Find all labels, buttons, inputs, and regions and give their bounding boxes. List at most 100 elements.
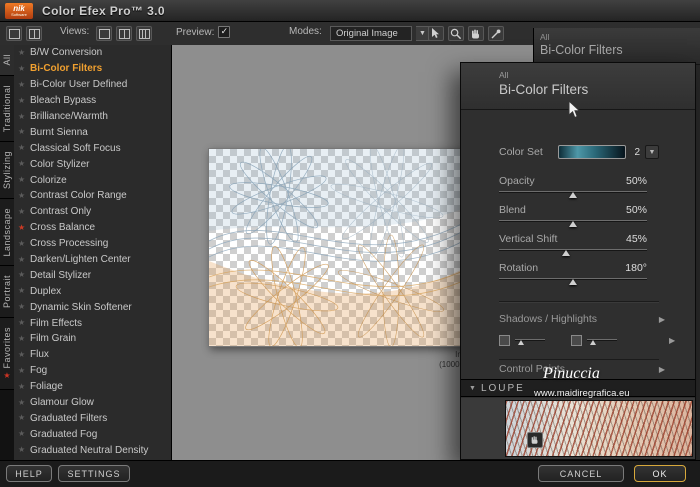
favorite-star-icon[interactable]: ★ [18, 239, 30, 248]
favorite-star-icon[interactable]: ★ [18, 303, 30, 311]
color-set-dropdown-button[interactable]: ▼ [645, 145, 659, 159]
help-button[interactable]: HELP [6, 465, 52, 482]
favorite-star-icon[interactable]: ★ [18, 287, 30, 295]
slider-thumb[interactable] [569, 192, 577, 198]
ok-button[interactable]: OK [634, 465, 686, 482]
shadow-slider-track[interactable] [515, 336, 545, 346]
favorite-star-icon[interactable]: ★ [18, 319, 30, 327]
filter-item[interactable]: ★ Foliage [14, 379, 171, 395]
favorite-star-icon[interactable]: ★ [18, 176, 30, 184]
slider-track[interactable] [499, 275, 647, 286]
favorite-star-icon[interactable]: ★ [18, 430, 30, 438]
slider-thumb[interactable] [569, 221, 577, 227]
favorite-star-icon[interactable]: ★ [18, 446, 30, 454]
category-tab-portrait[interactable]: Portrait [0, 266, 14, 319]
filter-item[interactable]: ★ Fog [14, 363, 171, 379]
highlight-slider-track[interactable] [587, 336, 617, 346]
favorite-star-icon[interactable]: ★ [18, 48, 30, 57]
zoom-tool-button[interactable] [448, 26, 464, 41]
mode-select-value[interactable]: Original Image [330, 26, 412, 41]
shadows-highlights-sliders: ▶ [499, 335, 675, 346]
favorite-star-icon[interactable]: ★ [18, 112, 30, 121]
eyedropper-tool-button[interactable] [488, 26, 504, 41]
favorite-star-icon[interactable]: ★ [18, 96, 30, 105]
pan-tool-button[interactable] [468, 26, 484, 41]
expand-right-icon[interactable]: ▶ [659, 365, 665, 374]
filter-item[interactable]: ★ Color Stylizer [14, 156, 171, 172]
favorite-star-icon[interactable]: ★ [18, 255, 30, 264]
favorite-star-icon[interactable]: ★ [18, 382, 30, 391]
category-tab-all[interactable]: All [0, 45, 14, 76]
shadow-slider-thumb[interactable] [518, 339, 524, 345]
favorite-star-icon[interactable]: ★ [18, 160, 30, 168]
filter-item[interactable]: ★ Colorize [14, 172, 171, 188]
view-side-by-side-button[interactable] [136, 26, 152, 41]
highlight-slider-thumb[interactable] [590, 339, 596, 345]
category-tab-favorites[interactable]: Favorites ★ [0, 318, 14, 390]
slider-track[interactable] [499, 188, 647, 199]
filter-item[interactable]: ★ Graduated Filters [14, 410, 171, 426]
divider [499, 301, 659, 302]
filter-item[interactable]: ★ Film Effects [14, 315, 171, 331]
slider-track[interactable] [499, 246, 647, 257]
filter-item[interactable]: ★ Darken/Lighten Center [14, 252, 171, 268]
slider-thumb[interactable] [569, 279, 577, 285]
filter-item[interactable]: ★ Flux [14, 347, 171, 363]
expand-right-icon[interactable]: ▶ [669, 336, 675, 345]
category-tab-traditional[interactable]: Traditional [0, 75, 14, 142]
view-single-button[interactable] [96, 26, 112, 41]
bi-color-artwork [209, 149, 467, 346]
favorite-star-icon[interactable]: ★ [18, 366, 30, 375]
single-view-layout-button[interactable] [6, 26, 22, 41]
filter-item[interactable]: ★ Graduated Fog [14, 426, 171, 442]
filter-item[interactable]: ★ Contrast Color Range [14, 188, 171, 204]
filter-label: Brilliance/Warmth [30, 111, 108, 122]
favorite-star-icon[interactable]: ★ [18, 398, 30, 407]
preview-image[interactable] [208, 148, 468, 347]
view-split-button[interactable] [116, 26, 132, 41]
filter-item[interactable]: ★ Bleach Bypass [14, 93, 171, 109]
split-view-layout-button[interactable] [26, 26, 42, 41]
favorite-star-icon[interactable]: ★ [18, 207, 30, 216]
favorite-star-icon[interactable]: ★ [18, 191, 30, 200]
slider-track[interactable] [499, 217, 647, 228]
preview-checkbox[interactable]: ✓ [218, 26, 231, 38]
favorite-star-icon[interactable]: ★ [18, 144, 30, 152]
category-tab-landscape[interactable]: Landscape [0, 198, 14, 267]
filter-item[interactable]: ★ Film Grain [14, 331, 171, 347]
filter-item[interactable]: ★ Brilliance/Warmth [14, 109, 171, 125]
filter-item[interactable]: ★ Cross Balance [14, 220, 171, 236]
favorite-star-icon[interactable]: ★ [18, 223, 30, 232]
favorite-star-icon[interactable]: ★ [18, 334, 30, 343]
filter-item[interactable]: ★ Dynamic Skin Softener [14, 299, 171, 315]
filter-item[interactable]: ★ B/W Conversion [14, 45, 171, 61]
select-tool-button[interactable] [428, 26, 444, 41]
loupe-pan-button[interactable] [527, 432, 543, 448]
favorite-star-icon[interactable]: ★ [18, 128, 30, 136]
filter-item[interactable]: ★ Duplex [14, 283, 171, 299]
filter-item[interactable]: ★ Glamour Glow [14, 395, 171, 411]
favorite-star-icon[interactable]: ★ [18, 64, 30, 73]
filter-item[interactable]: ★ Classical Soft Focus [14, 140, 171, 156]
category-tab-stylizing[interactable]: Stylizing [0, 141, 14, 199]
filter-item[interactable]: ★ Graduated Neutral Density [14, 442, 171, 458]
filter-item[interactable]: ★ Detail Stylizer [14, 267, 171, 283]
loupe-preview-image[interactable] [505, 400, 693, 457]
cancel-button[interactable]: CANCEL [538, 465, 624, 482]
filter-item[interactable]: ★ Bi-Color Filters [14, 61, 171, 77]
filter-item[interactable]: ★ Cross Processing [14, 236, 171, 252]
favorite-star-icon[interactable]: ★ [18, 350, 30, 359]
favorite-star-icon[interactable]: ★ [18, 271, 30, 279]
shadow-protection-slider[interactable] [499, 335, 545, 346]
filter-item[interactable]: ★ Bi-Color User Defined [14, 77, 171, 93]
highlight-protection-slider[interactable] [571, 335, 617, 346]
expand-right-icon[interactable]: ▶ [659, 315, 665, 324]
slider-thumb[interactable] [561, 250, 570, 256]
favorite-star-icon[interactable]: ★ [18, 80, 30, 89]
mode-select[interactable]: Original Image ▼ [330, 26, 430, 41]
filter-item[interactable]: ★ Burnt Sienna [14, 124, 171, 140]
filter-item[interactable]: ★ Contrast Only [14, 204, 171, 220]
favorite-star-icon[interactable]: ★ [18, 414, 30, 422]
color-set-swatch[interactable] [558, 145, 627, 159]
settings-button[interactable]: SETTINGS [58, 465, 130, 482]
